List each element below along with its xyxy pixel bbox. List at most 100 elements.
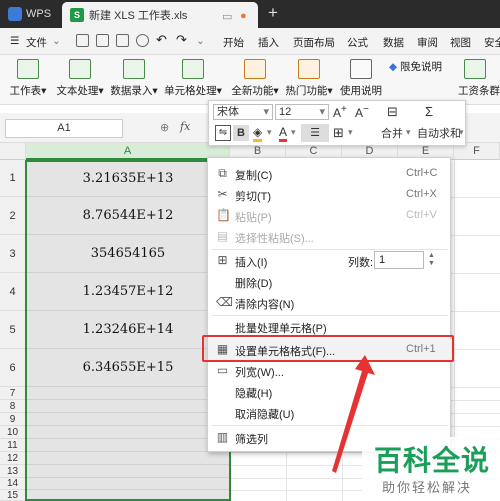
filter-bars-icon: ▥ — [216, 430, 229, 444]
cell-a13[interactable] — [26, 465, 230, 478]
merge-button[interactable]: 合并 — [381, 125, 403, 141]
chevron-down-icon[interactable]: ▾ — [459, 127, 464, 138]
align-center-icon[interactable]: ☰ — [301, 124, 329, 142]
menu-review[interactable]: 审阅 — [417, 35, 438, 50]
font-grow-icon[interactable]: A+ — [333, 104, 347, 120]
cell-a14[interactable] — [26, 478, 230, 490]
redo-icon[interactable]: ↷ — [176, 32, 187, 48]
paste-special-item[interactable]: ▤ 选择性粘贴(S)... — [208, 226, 452, 247]
file-menu[interactable]: 文件 — [26, 35, 47, 50]
cell-a8[interactable] — [26, 400, 230, 413]
borders-icon[interactable]: ⊞ — [333, 125, 344, 141]
row-header[interactable]: 14 — [0, 478, 26, 490]
print-icon[interactable] — [116, 34, 129, 47]
row-header[interactable]: 10 — [0, 426, 26, 439]
delete-item[interactable]: 删除(D) — [208, 271, 452, 292]
menu-start[interactable]: 开始 — [223, 35, 244, 50]
font-family-select[interactable]: 宋体 ▾ — [213, 104, 273, 120]
chevron-down-icon[interactable]: ▾ — [267, 127, 272, 138]
fill-color-icon[interactable]: ◈ — [253, 125, 263, 142]
payslip-button[interactable]: 工资条群 — [458, 59, 500, 103]
batch-process-item[interactable]: 批量处理单元格(P) — [208, 316, 452, 337]
row-header[interactable]: 7 — [0, 387, 26, 400]
cell-a12[interactable] — [26, 452, 230, 465]
document-tab[interactable]: S 新建 XLS 工作表.xls ▭ ● — [62, 2, 258, 28]
watermark: 百科全说 助你轻松解决 — [362, 437, 500, 501]
menu-insert[interactable]: 插入 — [258, 35, 279, 50]
row-header[interactable]: 12 — [0, 452, 26, 465]
save-icon[interactable] — [76, 34, 89, 47]
worksheet-button[interactable]: 工作表▾ — [8, 59, 48, 103]
fx-icon[interactable]: fx — [180, 120, 190, 133]
menu-view[interactable]: 视图 — [450, 35, 471, 50]
row-header[interactable]: 15 — [0, 490, 26, 501]
font-color-icon[interactable]: A — [279, 125, 288, 142]
data-entry-button[interactable]: 数据录入▾ — [108, 59, 160, 103]
row-header[interactable]: 13 — [0, 465, 26, 478]
font-shrink-icon[interactable]: A− — [355, 104, 369, 120]
menu-page-layout[interactable]: 页面布局 — [293, 35, 335, 50]
cell-a7[interactable] — [26, 387, 230, 400]
cell-a3[interactable]: 354654165 — [26, 235, 230, 273]
menu-data[interactable]: 数据 — [383, 35, 404, 50]
paste-item[interactable]: 📋 粘贴(P) Ctrl+V — [208, 205, 452, 226]
cell-process-button[interactable]: 单元格处理▾ — [162, 59, 224, 103]
cell-a15[interactable] — [26, 490, 230, 501]
export-pdf-icon[interactable] — [96, 34, 109, 47]
zoom-icon[interactable]: ⊕ — [160, 121, 169, 134]
redo-dropdown-icon[interactable]: ⌄ — [196, 35, 205, 47]
autosum-button[interactable]: 自动求和 — [417, 125, 461, 141]
row-header[interactable]: 6 — [0, 349, 26, 387]
usage-guide-button[interactable]: 使用说明 — [340, 59, 382, 103]
hamburger-icon[interactable]: ☰ — [10, 35, 19, 47]
unsaved-dot-icon[interactable]: ● — [240, 10, 247, 22]
row-header[interactable]: 9 — [0, 413, 26, 426]
cell-a10[interactable] — [26, 426, 230, 439]
clear-contents-item[interactable]: ⌫ 清除内容(N) — [208, 292, 452, 313]
cell-a11[interactable] — [26, 439, 230, 452]
undo-icon[interactable]: ↶ — [156, 32, 167, 48]
copy-item[interactable]: ⧉ 复制(C) Ctrl+C — [208, 163, 452, 184]
wps-home-tab[interactable]: WPS — [0, 0, 58, 28]
cell-a2[interactable]: 8.76544E+12 — [26, 197, 230, 235]
new-features-button[interactable]: 全新功能▾ — [230, 59, 280, 103]
row-header[interactable]: 5 — [0, 311, 26, 349]
column-count-input[interactable]: 1 — [374, 251, 424, 269]
spinner-icon[interactable]: ▲ ▼ — [428, 252, 435, 268]
cell-a9[interactable] — [26, 413, 230, 426]
insert-item[interactable]: ⊞ 插入(I) 列数: 1 ▲ ▼ — [208, 250, 452, 271]
cell-a1[interactable]: 3.21635E+13 — [26, 160, 230, 197]
chevron-down-icon[interactable]: ▾ — [348, 127, 353, 138]
row-header[interactable]: 4 — [0, 273, 26, 311]
menu-security[interactable]: 安全 — [484, 35, 500, 50]
hot-features-button[interactable]: 热门功能▾ — [284, 59, 334, 103]
cell-a5[interactable]: 1.23246E+14 — [26, 311, 230, 349]
bold-icon[interactable]: B — [233, 125, 249, 141]
row-header[interactable]: 2 — [0, 197, 26, 235]
font-family-value: 宋体 — [217, 106, 239, 118]
column-header-a[interactable]: A — [26, 143, 230, 160]
name-box[interactable]: A1 — [5, 119, 123, 138]
preview-icon[interactable] — [136, 34, 149, 47]
select-all-corner[interactable] — [0, 143, 26, 160]
chevron-down-icon[interactable]: ▾ — [291, 127, 296, 138]
cut-item[interactable]: ✂ 剪切(T) Ctrl+X — [208, 184, 452, 205]
chevron-down-icon[interactable]: ▾ — [406, 127, 411, 138]
menu-formula[interactable]: 公式 — [347, 35, 368, 50]
sum-icon[interactable]: Σ — [425, 104, 433, 119]
row-header[interactable]: 8 — [0, 400, 26, 413]
wrap-text-icon[interactable]: ⇋ — [215, 125, 231, 141]
merge-icon[interactable]: ⊟ — [387, 104, 398, 120]
text-process-button[interactable]: 文本处理▾ — [54, 59, 106, 103]
new-tab-icon[interactable]: + — [268, 3, 278, 23]
ribbon: 工作表▾ 文本处理▾ 数据录入▾ 单元格处理▾ 全新功能▾ 热门功能▾ 使用说明… — [0, 55, 500, 105]
cell-a4[interactable]: 1.23457E+12 — [26, 273, 230, 311]
row-header[interactable]: 11 — [0, 439, 26, 452]
chevron-down-icon[interactable]: ⌄ — [52, 35, 61, 47]
font-size-select[interactable]: 12 ▾ — [275, 104, 329, 120]
limit-notice-button[interactable]: ◆ 限免说明 — [389, 59, 445, 103]
row-header[interactable]: 1 — [0, 160, 26, 197]
cell-a6[interactable]: 6.34655E+15 — [26, 349, 230, 387]
row-header[interactable]: 3 — [0, 235, 26, 273]
window-icon[interactable]: ▭ — [222, 10, 232, 23]
